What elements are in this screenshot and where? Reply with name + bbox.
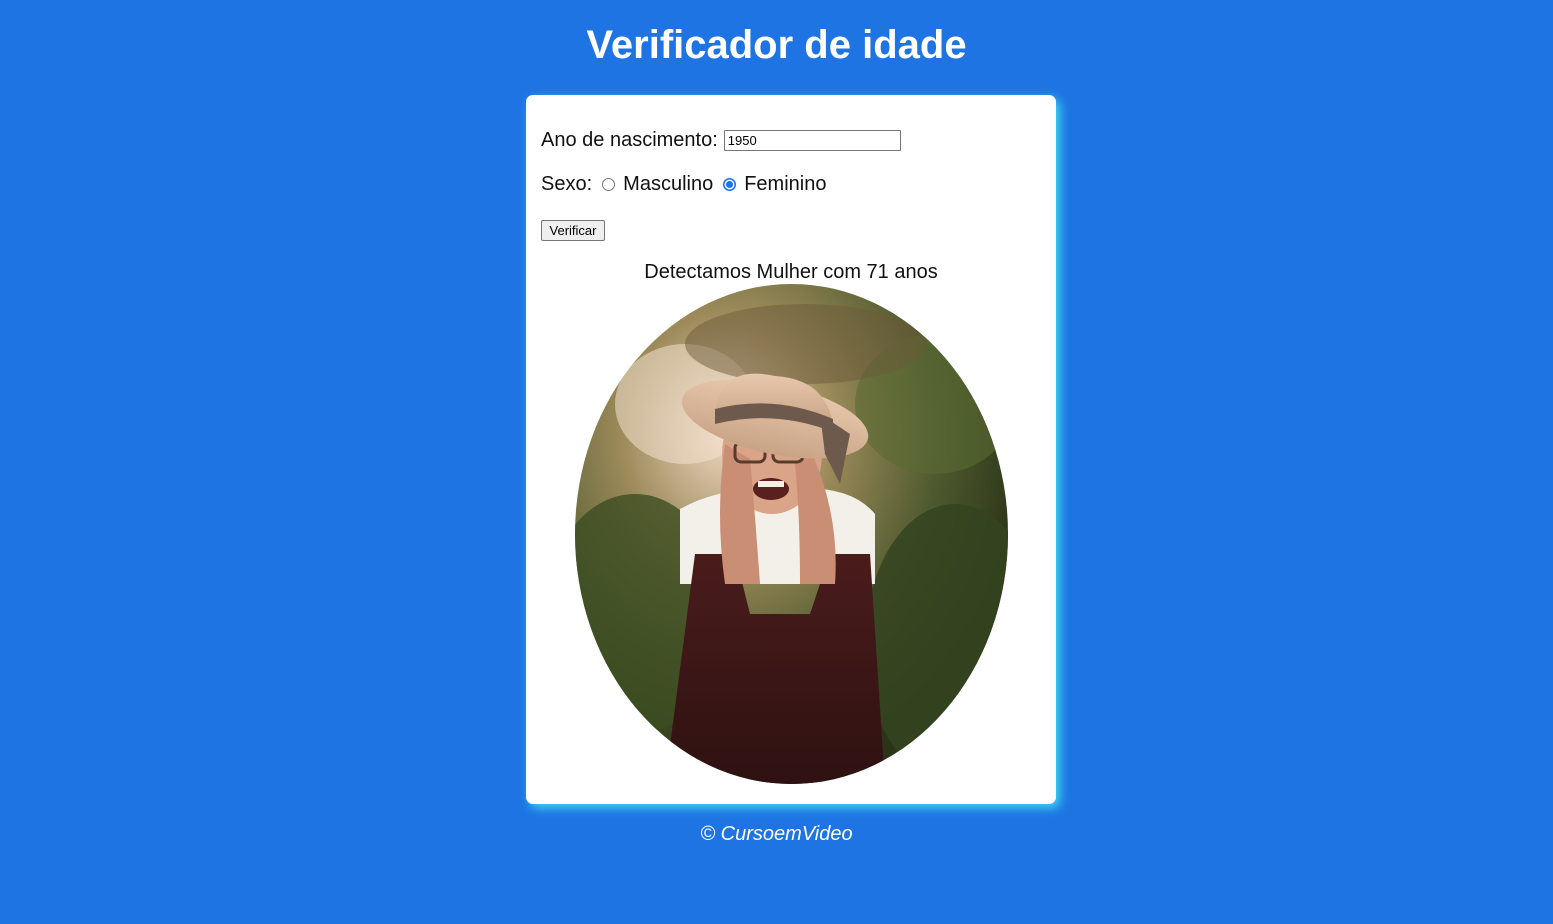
radio-feminino[interactable] <box>723 178 737 191</box>
birth-year-input[interactable]: 1950 <box>723 130 901 151</box>
page-title: Verificador de idade <box>586 23 967 67</box>
result-text: Detectamos Mulher com 71 anos <box>644 261 938 283</box>
verify-button[interactable]: Verificar <box>541 220 605 241</box>
verifier-card: Ano de nascimento: 1950 Sexo: Masculino … <box>526 95 1056 804</box>
birth-year-label: Ano de nascimento: <box>541 129 718 151</box>
radio-masculino[interactable] <box>602 178 616 191</box>
birth-year-row: Ano de nascimento: 1950 <box>541 129 901 152</box>
photo-elderly-woman-icon <box>575 284 1008 784</box>
footer-copyright: © CursoemVideo <box>700 823 853 845</box>
radio-feminino-label[interactable]: Feminino <box>744 173 826 196</box>
sex-label: Sexo: <box>541 173 593 195</box>
sex-row: Sexo: Masculino Feminino <box>541 173 826 196</box>
birth-year-value: 1950 <box>727 133 757 148</box>
radio-masculino-label[interactable]: Masculino <box>623 173 713 196</box>
